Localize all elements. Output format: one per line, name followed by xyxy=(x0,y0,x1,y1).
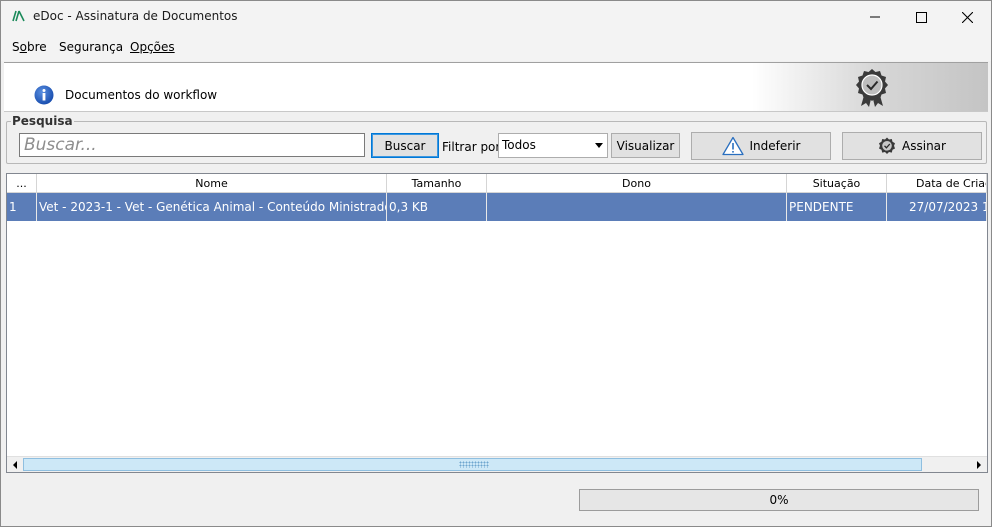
filter-label: Filtrar por: xyxy=(442,140,505,154)
menu-opcoes[interactable]: Opções xyxy=(130,40,175,54)
menu-seguranca[interactable]: Segurança xyxy=(59,40,123,54)
chevron-right-icon xyxy=(976,460,981,469)
badge-icon xyxy=(879,137,896,154)
scrollbar-grip xyxy=(459,461,489,468)
title-bar[interactable]: eDoc - Assinatura de Documentos xyxy=(1,1,991,33)
window-title: eDoc - Assinatura de Documentos xyxy=(33,9,238,23)
column-header-data-criacao[interactable]: Data de Criação xyxy=(887,174,987,193)
sign-button[interactable]: Assinar xyxy=(842,132,982,160)
reject-button[interactable]: Indeferir xyxy=(691,132,831,160)
maximize-icon xyxy=(915,11,927,23)
table-row[interactable]: 1 Vet - 2023-1 - Vet - Genética Animal -… xyxy=(7,193,987,221)
filter-select-value: Todos xyxy=(502,138,536,152)
warning-icon xyxy=(721,136,744,156)
search-button-label: Buscar xyxy=(384,138,426,153)
column-header-tamanho[interactable]: Tamanho xyxy=(387,174,487,193)
column-header-situacao[interactable]: Situação xyxy=(787,174,887,193)
filter-select[interactable]: Todos xyxy=(498,133,608,158)
search-button[interactable]: Buscar xyxy=(371,133,439,158)
progress-bar: 0% xyxy=(579,489,979,511)
cell-index: 1 xyxy=(7,193,37,221)
menu-opcoes-text: pções xyxy=(139,40,175,54)
scrollbar-thumb[interactable] xyxy=(23,458,922,471)
cell-tamanho: 0,3 KB xyxy=(387,193,487,221)
column-header-index[interactable]: ... xyxy=(7,174,37,193)
menu-sobre-text-rest: bre xyxy=(26,40,47,54)
search-group-label: Pesquisa xyxy=(11,114,74,128)
chevron-left-icon xyxy=(12,460,17,469)
search-input[interactable]: Buscar... xyxy=(19,133,365,157)
menu-sobre[interactable]: Sobre xyxy=(12,40,47,54)
main-window: eDoc - Assinatura de Documentos Sobre Se… xyxy=(0,0,992,527)
menu-seguranca-text: Segurança xyxy=(59,40,124,54)
close-icon xyxy=(961,11,973,23)
horizontal-scrollbar[interactable] xyxy=(7,456,987,472)
maximize-button[interactable] xyxy=(898,1,944,33)
menu-bar: Sobre Segurança Opções xyxy=(1,33,991,61)
cell-nome: Vet - 2023-1 - Vet - Genética Animal - C… xyxy=(37,193,387,221)
column-header-dono[interactable]: Dono xyxy=(487,174,787,193)
info-icon xyxy=(34,85,54,108)
minimize-icon xyxy=(870,16,880,18)
close-button[interactable] xyxy=(944,1,990,33)
sign-button-label: Assinar xyxy=(902,139,946,153)
minimize-button[interactable] xyxy=(852,1,898,33)
chevron-down-icon xyxy=(595,143,603,148)
scroll-left-button[interactable] xyxy=(7,457,22,472)
view-button[interactable]: Visualizar xyxy=(611,133,680,158)
column-header-nome[interactable]: Nome xyxy=(37,174,387,193)
cell-situacao: PENDENTE xyxy=(787,193,887,221)
cell-dono xyxy=(487,193,787,221)
menu-sobre-accelerator: o xyxy=(19,40,27,54)
documents-table[interactable]: ... Nome Tamanho Dono Situação Data de C… xyxy=(6,173,988,473)
progress-label: 0% xyxy=(769,493,789,507)
page-title: Documentos do workflow xyxy=(65,88,218,102)
reject-button-label: Indeferir xyxy=(749,139,801,153)
view-button-label: Visualizar xyxy=(616,138,675,153)
seal-icon xyxy=(854,68,890,111)
header-banner: Documentos do workflow xyxy=(4,62,988,112)
cell-data-criacao: 27/07/2023 11: xyxy=(887,193,987,221)
menu-sobre-text: S xyxy=(12,40,20,54)
scroll-right-button[interactable] xyxy=(971,457,986,472)
app-logo-icon xyxy=(12,10,26,25)
